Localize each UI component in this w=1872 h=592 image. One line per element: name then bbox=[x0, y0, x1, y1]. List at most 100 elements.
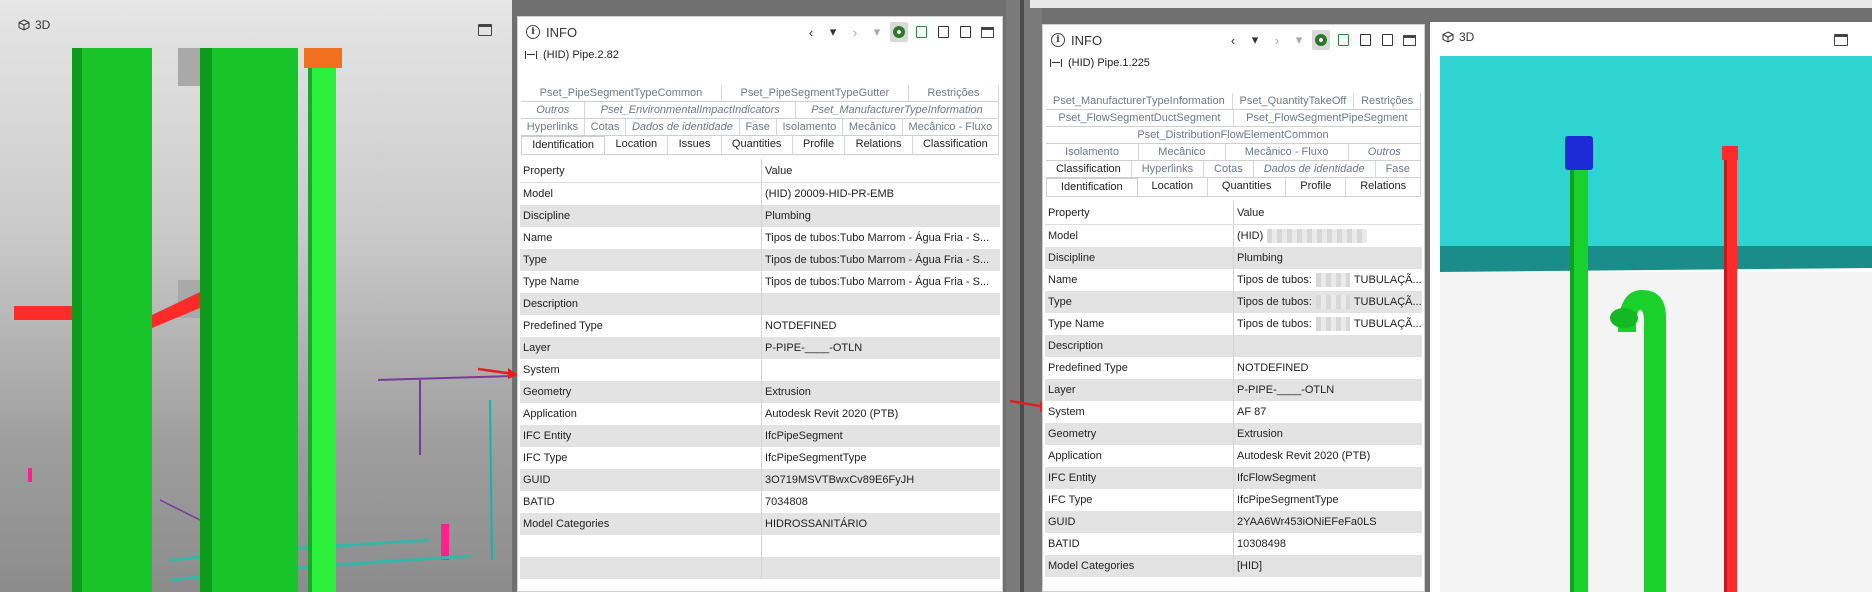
table-row[interactable]: Geometry Extrusion bbox=[1045, 423, 1422, 445]
table-row[interactable]: Type Name Tipos de tubos:Tubo Marrom - Ág… bbox=[520, 271, 1000, 293]
table-row[interactable]: IFC Type IfcPipeSegmentType bbox=[520, 447, 1000, 469]
table-row[interactable]: Model Categories HIDROSSANITÁRIO bbox=[520, 513, 1000, 535]
settings-icon[interactable] bbox=[890, 22, 908, 42]
table-row[interactable]: IFC Entity IfcPipeSegment bbox=[520, 425, 1000, 447]
tab-pset[interactable]: Mecânico bbox=[1139, 144, 1226, 160]
settings-icon[interactable] bbox=[1312, 30, 1330, 50]
tab-pset[interactable]: Hyperlinks bbox=[521, 119, 585, 135]
dropdown-icon[interactable]: ▾ bbox=[1246, 30, 1264, 50]
right-3d-scene[interactable] bbox=[1430, 22, 1872, 592]
left-3d-scene[interactable] bbox=[0, 0, 512, 592]
tab-pset[interactable]: Pset_PipeSegmentTypeGutter bbox=[722, 85, 909, 101]
table-row[interactable]: Type Tipos de tubos: TUBULAÇÃ... bbox=[1045, 291, 1422, 313]
window-icon[interactable] bbox=[1400, 30, 1418, 50]
table-row[interactable]: System bbox=[520, 359, 1000, 381]
tab-pset[interactable]: Isolamento bbox=[1046, 144, 1140, 160]
table-row[interactable]: BATID 7034808 bbox=[520, 491, 1000, 513]
dropdown-icon[interactable]: ▾ bbox=[868, 22, 886, 42]
forward-arrow-icon[interactable]: › bbox=[846, 22, 864, 42]
tab-pset[interactable]: Pset_DistributionFlowElementCommon bbox=[1046, 127, 1421, 143]
tab-pset[interactable]: Outros bbox=[1349, 144, 1421, 160]
right-3d-viewport[interactable]: 3D bbox=[1430, 22, 1872, 592]
tab-identification[interactable]: Identification bbox=[1046, 178, 1138, 196]
table-row[interactable]: Type Name Tipos de tubos: TUBULAÇÃ... bbox=[1045, 313, 1422, 335]
tab-pset[interactable]: Mecânico bbox=[843, 119, 903, 135]
dropdown-icon[interactable]: ▾ bbox=[824, 22, 842, 42]
tab-pset[interactable]: Pset_ManufacturerTypeInformation bbox=[796, 102, 999, 118]
tab-quantities[interactable]: Quantities bbox=[1208, 178, 1287, 196]
table-row[interactable]: Discipline Plumbing bbox=[1045, 247, 1422, 269]
back-arrow-icon[interactable]: ‹ bbox=[802, 22, 820, 42]
table-row[interactable]: Geometry Extrusion bbox=[520, 381, 1000, 403]
table-row[interactable]: System AF 87 bbox=[1045, 401, 1422, 423]
tab-location[interactable]: Location bbox=[1138, 178, 1208, 196]
table-row[interactable]: Description bbox=[520, 293, 1000, 315]
clipboard-icon[interactable] bbox=[956, 22, 974, 42]
tab-pset[interactable]: Restrições bbox=[909, 85, 1000, 101]
table-row[interactable]: Application Autodesk Revit 2020 (PTB) bbox=[520, 403, 1000, 425]
table-row[interactable]: GUID 2YAA6Wr453iONiEFeFa0LS bbox=[1045, 511, 1422, 533]
column-header-value[interactable]: Value bbox=[762, 159, 1000, 182]
table-row[interactable]: Discipline Plumbing bbox=[520, 205, 1000, 227]
tab-profile[interactable]: Profile bbox=[1286, 178, 1347, 196]
tab-pset[interactable]: Pset_QuantityTakeOff bbox=[1233, 93, 1355, 109]
table-row[interactable]: Model Categories [HID] bbox=[1045, 555, 1422, 577]
table-row[interactable]: Layer P-PIPE-____-OTLN bbox=[1045, 379, 1422, 401]
table-row[interactable]: Application Autodesk Revit 2020 (PTB) bbox=[1045, 445, 1422, 467]
tab-classification[interactable]: Classification bbox=[1046, 161, 1132, 177]
table-row[interactable]: Predefined Type NOTDEFINED bbox=[520, 315, 1000, 337]
tab-issues[interactable]: Issues bbox=[668, 136, 722, 154]
tab-identification[interactable]: Identification bbox=[521, 136, 606, 154]
tab-pset[interactable]: Restrições bbox=[1354, 93, 1421, 109]
add-clipboard-icon[interactable] bbox=[1334, 30, 1352, 50]
table-row[interactable]: IFC Entity IfcFlowSegment bbox=[1045, 467, 1422, 489]
back-arrow-icon[interactable]: ‹ bbox=[1224, 30, 1242, 50]
table-row[interactable]: Layer P-PIPE-____-OTLN bbox=[520, 337, 1000, 359]
tab-location[interactable]: Location bbox=[605, 136, 669, 154]
forward-arrow-icon[interactable]: › bbox=[1268, 30, 1286, 50]
table-row[interactable]: Predefined Type NOTDEFINED bbox=[1045, 357, 1422, 379]
table-row[interactable]: Type Tipos de tubos:Tubo Marrom - Água Fr… bbox=[520, 249, 1000, 271]
tab-pset[interactable]: Fase bbox=[740, 119, 777, 135]
table-row[interactable]: Name Tipos de tubos:Tubo Marrom - Água Fr… bbox=[520, 227, 1000, 249]
tab-pset[interactable]: Pset_EnvironmentalImpactIndicators bbox=[585, 102, 796, 118]
tab-quantities[interactable]: Quantities bbox=[722, 136, 793, 154]
tab-pset[interactable]: Cotas bbox=[585, 119, 627, 135]
clipboard-icon[interactable] bbox=[1356, 30, 1374, 50]
table-row[interactable]: Model (HID) 20009-HID-PR-EMB bbox=[520, 183, 1000, 205]
column-header-property[interactable]: Property bbox=[520, 159, 762, 182]
tab-pset[interactable]: Pset_FlowSegmentPipeSegment bbox=[1234, 110, 1421, 126]
table-row[interactable]: Model (HID) bbox=[1045, 225, 1422, 247]
tab-classification[interactable]: Classification bbox=[913, 136, 1000, 154]
table-row[interactable]: Description bbox=[1045, 335, 1422, 357]
tab-profile[interactable]: Profile bbox=[793, 136, 846, 154]
tab-pset[interactable]: Pset_FlowSegmentDuctSegment bbox=[1046, 110, 1234, 126]
tab-relations[interactable]: Relations bbox=[1346, 178, 1421, 196]
dropdown-icon[interactable]: ▾ bbox=[1290, 30, 1308, 50]
table-row[interactable]: Name Tipos de tubos: TUBULAÇÃ... bbox=[1045, 269, 1422, 291]
tab-pset[interactable]: Outros bbox=[521, 102, 586, 118]
tab-pset[interactable]: Mecânico - Fluxo bbox=[903, 119, 999, 135]
table-row[interactable]: BATID 10308498 bbox=[1045, 533, 1422, 555]
add-clipboard-icon[interactable] bbox=[912, 22, 930, 42]
clipboard-icon[interactable] bbox=[934, 22, 952, 42]
tab-pset[interactable]: Pset_ManufacturerTypeInformation bbox=[1046, 93, 1233, 109]
table-row[interactable]: GUID 3O719MSVTBwxCv89E6FyJH bbox=[520, 469, 1000, 491]
tab-pset[interactable]: Hyperlinks bbox=[1132, 161, 1205, 177]
tab-pset[interactable]: Cotas bbox=[1204, 161, 1254, 177]
tab-pset[interactable]: Fase bbox=[1376, 161, 1421, 177]
tab-relations[interactable]: Relations bbox=[845, 136, 913, 154]
tab-pset[interactable]: Mecânico - Fluxo bbox=[1226, 144, 1349, 160]
window-icon[interactable] bbox=[978, 22, 996, 42]
left-3d-viewport[interactable]: 3D bbox=[0, 0, 512, 592]
tab-pset[interactable]: Dados de identidade bbox=[1254, 161, 1376, 177]
column-header-value[interactable]: Value bbox=[1234, 201, 1422, 224]
tab-pset[interactable]: Isolamento bbox=[777, 119, 844, 135]
column-header-property[interactable]: Property bbox=[1045, 201, 1234, 224]
table-row[interactable]: IFC Type IfcPipeSegmentType bbox=[1045, 489, 1422, 511]
tab-pset[interactable]: Pset_PipeSegmentTypeCommon bbox=[521, 85, 722, 101]
clipboard-icon[interactable] bbox=[1378, 30, 1396, 50]
tab-pset[interactable]: Dados de identidade bbox=[626, 119, 740, 135]
window-icon[interactable] bbox=[478, 24, 492, 36]
window-icon[interactable] bbox=[1834, 34, 1848, 46]
